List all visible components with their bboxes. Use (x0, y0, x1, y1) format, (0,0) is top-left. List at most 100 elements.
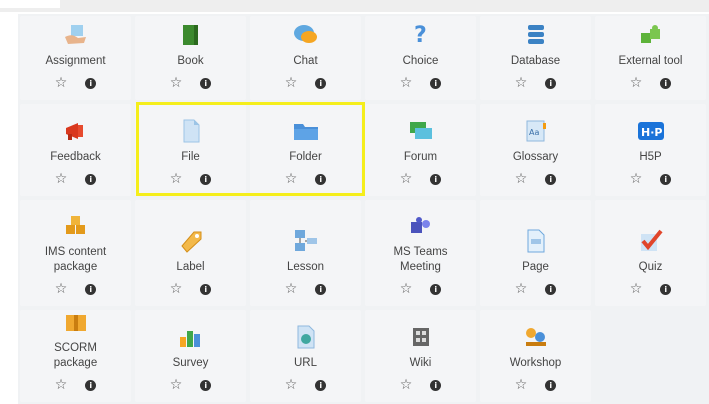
activity-tile-forum[interactable]: Forum ☆ i (365, 104, 476, 196)
empty-cell (595, 310, 706, 402)
teams-icon (407, 213, 435, 239)
star-icon[interactable]: ☆ (55, 282, 68, 296)
info-icon[interactable]: i (200, 283, 212, 295)
star-icon[interactable]: ☆ (285, 76, 298, 90)
star-icon[interactable]: ☆ (400, 76, 413, 90)
activity-label: Chat (293, 55, 318, 67)
label-icon (177, 228, 205, 254)
activity-label: Page (522, 261, 549, 273)
star-icon[interactable]: ☆ (400, 378, 413, 392)
info-icon[interactable]: i (85, 77, 97, 89)
puzzle-icon (637, 22, 665, 48)
info-icon[interactable]: i (200, 379, 212, 391)
activity-label: Label (176, 261, 205, 273)
activity-label: Glossary (512, 151, 559, 163)
star-icon[interactable]: ☆ (285, 378, 298, 392)
activity-tile-file[interactable]: File ☆ i (135, 104, 246, 196)
info-icon[interactable]: i (315, 173, 327, 185)
star-icon[interactable]: ☆ (400, 172, 413, 186)
activity-label: Wiki (409, 357, 432, 369)
activity-tile-workshop[interactable]: Workshop ☆ i (480, 310, 591, 402)
activity-tile-database[interactable]: Database ☆ i (480, 16, 591, 100)
info-icon[interactable]: i (430, 283, 442, 295)
activity-label: MS Teams Meeting (393, 246, 448, 273)
top-tab (0, 0, 60, 8)
info-icon[interactable]: i (315, 379, 327, 391)
info-icon[interactable]: i (545, 283, 557, 295)
star-icon[interactable]: ☆ (515, 172, 528, 186)
info-icon[interactable]: i (430, 77, 442, 89)
activity-label: Quiz (638, 261, 663, 273)
activity-tile-lesson[interactable]: Lesson ☆ i (250, 200, 361, 306)
star-icon[interactable]: ☆ (55, 172, 68, 186)
assignment-icon (62, 22, 90, 48)
info-icon[interactable]: i (430, 379, 442, 391)
activity-tile-ims-content-package[interactable]: IMS content package ☆ i (20, 200, 131, 306)
activity-chooser-grid: Assignment ☆ i Book ☆ i Chat ☆ i ? Choice ☆… (18, 14, 709, 404)
activity-label: Folder (289, 151, 322, 163)
star-icon[interactable]: ☆ (285, 172, 298, 186)
star-icon[interactable]: ☆ (630, 76, 643, 90)
activity-label: Workshop (509, 357, 562, 369)
activity-tile-ms-teams-meeting[interactable]: MS Teams Meeting ☆ i (365, 200, 476, 306)
info-icon[interactable]: i (660, 283, 672, 295)
activity-label: File (181, 151, 200, 163)
activity-tile-book[interactable]: Book ☆ i (135, 16, 246, 100)
activity-label: SCORM package (53, 342, 98, 369)
activity-label: Choice (402, 55, 439, 67)
star-icon[interactable]: ☆ (515, 76, 528, 90)
activity-label: External tool (618, 55, 683, 67)
svg-text:H·P: H·P (641, 126, 662, 139)
star-icon[interactable]: ☆ (170, 378, 183, 392)
choice-icon: ? (407, 22, 435, 48)
activity-label: Assignment (45, 55, 106, 67)
star-icon[interactable]: ☆ (55, 378, 68, 392)
info-icon[interactable]: i (85, 173, 97, 185)
activity-tile-feedback[interactable]: Feedback ☆ i (20, 104, 131, 196)
activity-tile-glossary[interactable]: Aa Glossary ☆ i (480, 104, 591, 196)
chat-icon (292, 22, 320, 48)
activity-tile-label[interactable]: Label ☆ i (135, 200, 246, 306)
info-icon[interactable]: i (430, 173, 442, 185)
activity-label: Book (177, 55, 204, 67)
star-icon[interactable]: ☆ (630, 282, 643, 296)
activity-tile-scorm-package[interactable]: SCORM package ☆ i (20, 310, 131, 402)
package-icon (62, 213, 90, 239)
info-icon[interactable]: i (315, 283, 327, 295)
star-icon[interactable]: ☆ (285, 282, 298, 296)
info-icon[interactable]: i (200, 77, 212, 89)
activity-tile-url[interactable]: URL ☆ i (250, 310, 361, 402)
activity-tile-folder[interactable]: Folder ☆ i (250, 104, 361, 196)
activity-tile-chat[interactable]: Chat ☆ i (250, 16, 361, 100)
info-icon[interactable]: i (85, 283, 97, 295)
activity-tile-wiki[interactable]: Wiki ☆ i (365, 310, 476, 402)
megaphone-icon (62, 118, 90, 144)
star-icon[interactable]: ☆ (55, 76, 68, 90)
top-bar (0, 0, 709, 12)
url-icon (292, 324, 320, 350)
info-icon[interactable]: i (660, 173, 672, 185)
star-icon[interactable]: ☆ (170, 76, 183, 90)
star-icon[interactable]: ☆ (170, 172, 183, 186)
activity-tile-survey[interactable]: Survey ☆ i (135, 310, 246, 402)
activity-tile-quiz[interactable]: Quiz ☆ i (595, 200, 706, 306)
info-icon[interactable]: i (85, 379, 97, 391)
info-icon[interactable]: i (545, 77, 557, 89)
activity-tile-page[interactable]: Page ☆ i (480, 200, 591, 306)
star-icon[interactable]: ☆ (630, 172, 643, 186)
star-icon[interactable]: ☆ (515, 282, 528, 296)
activity-label: Forum (403, 151, 438, 163)
info-icon[interactable]: i (545, 173, 557, 185)
activity-tile-h5p[interactable]: H·P H5P ☆ i (595, 104, 706, 196)
star-icon[interactable]: ☆ (515, 378, 528, 392)
info-icon[interactable]: i (545, 379, 557, 391)
info-icon[interactable]: i (200, 173, 212, 185)
info-icon[interactable]: i (660, 77, 672, 89)
activity-tile-assignment[interactable]: Assignment ☆ i (20, 16, 131, 100)
folder-icon (292, 118, 320, 144)
activity-tile-external-tool[interactable]: External tool ☆ i (595, 16, 706, 100)
info-icon[interactable]: i (315, 77, 327, 89)
activity-tile-choice[interactable]: ? Choice ☆ i (365, 16, 476, 100)
star-icon[interactable]: ☆ (170, 282, 183, 296)
star-icon[interactable]: ☆ (400, 282, 413, 296)
